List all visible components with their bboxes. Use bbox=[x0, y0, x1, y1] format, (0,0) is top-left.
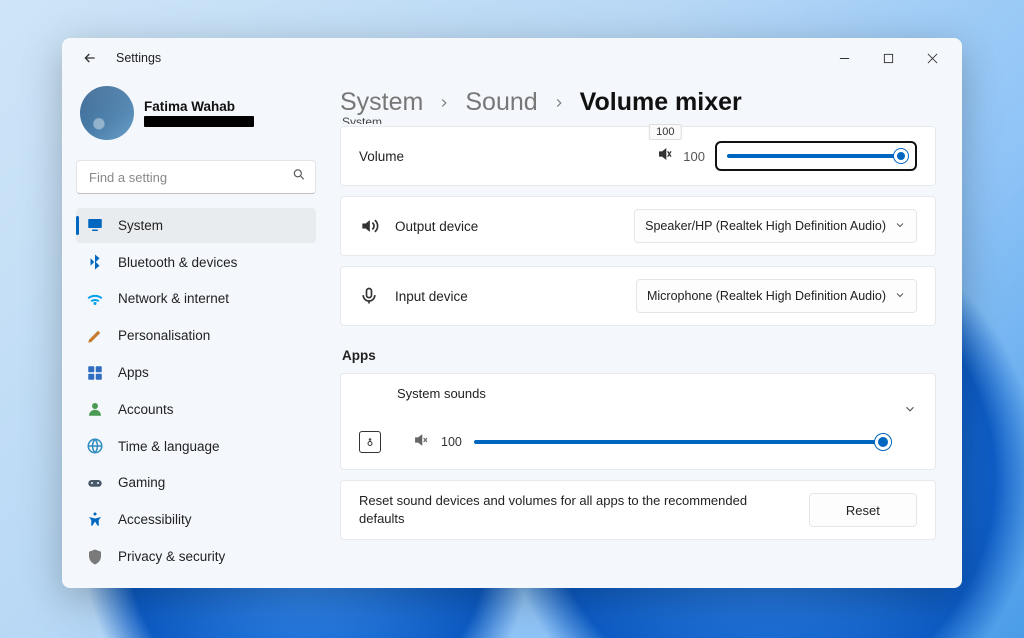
chevron-down-icon bbox=[894, 219, 906, 234]
sidebar-item-accessibility[interactable]: Accessibility bbox=[76, 502, 316, 537]
output-device-selected: Speaker/HP (Realtek High Definition Audi… bbox=[645, 219, 886, 233]
nav-list: System Bluetooth & devices Network & int… bbox=[76, 208, 316, 574]
wifi-icon bbox=[86, 290, 104, 308]
sidebar-item-label: Accessibility bbox=[118, 512, 192, 527]
sidebar-item-label: Apps bbox=[118, 365, 149, 380]
main-content: System Sound Volume mixer System Volume … bbox=[330, 78, 962, 588]
search-input[interactable] bbox=[76, 160, 316, 194]
volume-slider[interactable] bbox=[715, 141, 917, 171]
monitor-icon bbox=[86, 216, 104, 234]
system-sounds-title: System sounds bbox=[397, 386, 486, 401]
profile-name: Fatima Wahab bbox=[144, 99, 254, 114]
volume-tooltip: 100 bbox=[649, 124, 681, 140]
sidebar-item-label: System bbox=[118, 218, 163, 233]
sidebar-item-label: Bluetooth & devices bbox=[118, 255, 237, 270]
sidebar-item-label: Personalisation bbox=[118, 328, 210, 343]
person-icon bbox=[86, 400, 104, 418]
sidebar-item-label: Time & language bbox=[118, 439, 220, 454]
window-controls bbox=[822, 42, 954, 74]
section-label-apps: Apps bbox=[342, 348, 936, 363]
minimize-icon bbox=[839, 53, 850, 64]
volume-card: Volume 100 100 bbox=[340, 126, 936, 186]
system-sounds-slider[interactable] bbox=[474, 440, 883, 444]
sidebar-item-bluetooth[interactable]: Bluetooth & devices bbox=[76, 245, 316, 280]
back-button[interactable] bbox=[80, 48, 100, 68]
output-device-label: Output device bbox=[395, 219, 478, 234]
mute-icon[interactable]: 100 bbox=[657, 146, 673, 167]
maximize-button[interactable] bbox=[866, 42, 910, 74]
sidebar-item-accounts[interactable]: Accounts bbox=[76, 392, 316, 427]
arrow-left-icon bbox=[82, 50, 98, 66]
input-device-card: Input device Microphone (Realtek High De… bbox=[340, 266, 936, 326]
sidebar-item-privacy[interactable]: Privacy & security bbox=[76, 539, 316, 574]
sidebar: Fatima Wahab System Bluetooth & devices bbox=[62, 78, 330, 588]
sidebar-item-network[interactable]: Network & internet bbox=[76, 282, 316, 317]
titlebar: Settings bbox=[62, 38, 962, 78]
speaker-output-icon bbox=[359, 216, 379, 236]
close-icon bbox=[927, 53, 938, 64]
minimize-button[interactable] bbox=[822, 42, 866, 74]
output-device-card: Output device Speaker/HP (Realtek High D… bbox=[340, 196, 936, 256]
avatar bbox=[80, 86, 134, 140]
sidebar-item-label: Privacy & security bbox=[118, 549, 225, 564]
speaker-box-icon bbox=[359, 431, 381, 453]
accessibility-icon bbox=[86, 511, 104, 529]
shield-icon bbox=[86, 548, 104, 566]
volume-value: 100 bbox=[683, 149, 705, 164]
profile-block[interactable]: Fatima Wahab bbox=[76, 78, 316, 154]
sidebar-item-label: Accounts bbox=[118, 402, 174, 417]
search-icon bbox=[292, 168, 306, 187]
sidebar-item-system[interactable]: System bbox=[76, 208, 316, 243]
expand-button[interactable] bbox=[903, 402, 917, 421]
brush-icon bbox=[86, 327, 104, 345]
reset-description: Reset sound devices and volumes for all … bbox=[359, 492, 789, 527]
settings-window: Settings Fatima Wahab bbox=[62, 38, 962, 588]
sidebar-item-label: Gaming bbox=[118, 475, 165, 490]
mute-icon[interactable] bbox=[413, 432, 429, 453]
sidebar-item-personalisation[interactable]: Personalisation bbox=[76, 318, 316, 353]
slider-thumb[interactable] bbox=[875, 434, 891, 450]
reset-card: Reset sound devices and volumes for all … bbox=[340, 480, 936, 540]
volume-label: Volume bbox=[359, 149, 404, 164]
chevron-right-icon bbox=[552, 88, 566, 117]
input-device-selected: Microphone (Realtek High Definition Audi… bbox=[647, 289, 886, 303]
maximize-icon bbox=[883, 53, 894, 64]
system-sounds-value: 100 bbox=[441, 435, 462, 449]
slider-thumb[interactable] bbox=[894, 149, 908, 163]
sidebar-item-time[interactable]: Time & language bbox=[76, 429, 316, 464]
sidebar-item-label: Network & internet bbox=[118, 291, 229, 306]
breadcrumb-system[interactable]: System bbox=[340, 88, 423, 117]
close-button[interactable] bbox=[910, 42, 954, 74]
sidebar-item-gaming[interactable]: Gaming bbox=[76, 466, 316, 501]
chevron-right-icon bbox=[437, 88, 451, 117]
input-device-dropdown[interactable]: Microphone (Realtek High Definition Audi… bbox=[636, 279, 917, 313]
profile-email-redacted bbox=[144, 116, 254, 127]
sidebar-item-apps[interactable]: Apps bbox=[76, 355, 316, 390]
system-sounds-card: System sounds 100 bbox=[340, 373, 936, 470]
output-device-dropdown[interactable]: Speaker/HP (Realtek High Definition Audi… bbox=[634, 209, 917, 243]
window-title: Settings bbox=[116, 51, 161, 65]
bluetooth-icon bbox=[86, 253, 104, 271]
gamepad-icon bbox=[86, 474, 104, 492]
breadcrumb: System Sound Volume mixer bbox=[340, 88, 936, 117]
chevron-down-icon bbox=[894, 289, 906, 304]
input-device-label: Input device bbox=[395, 289, 468, 304]
globe-icon bbox=[86, 437, 104, 455]
reset-button[interactable]: Reset bbox=[809, 493, 917, 527]
microphone-icon bbox=[359, 286, 379, 306]
apps-icon bbox=[86, 364, 104, 382]
breadcrumb-sound[interactable]: Sound bbox=[465, 88, 537, 117]
breadcrumb-current: Volume mixer bbox=[580, 88, 742, 117]
